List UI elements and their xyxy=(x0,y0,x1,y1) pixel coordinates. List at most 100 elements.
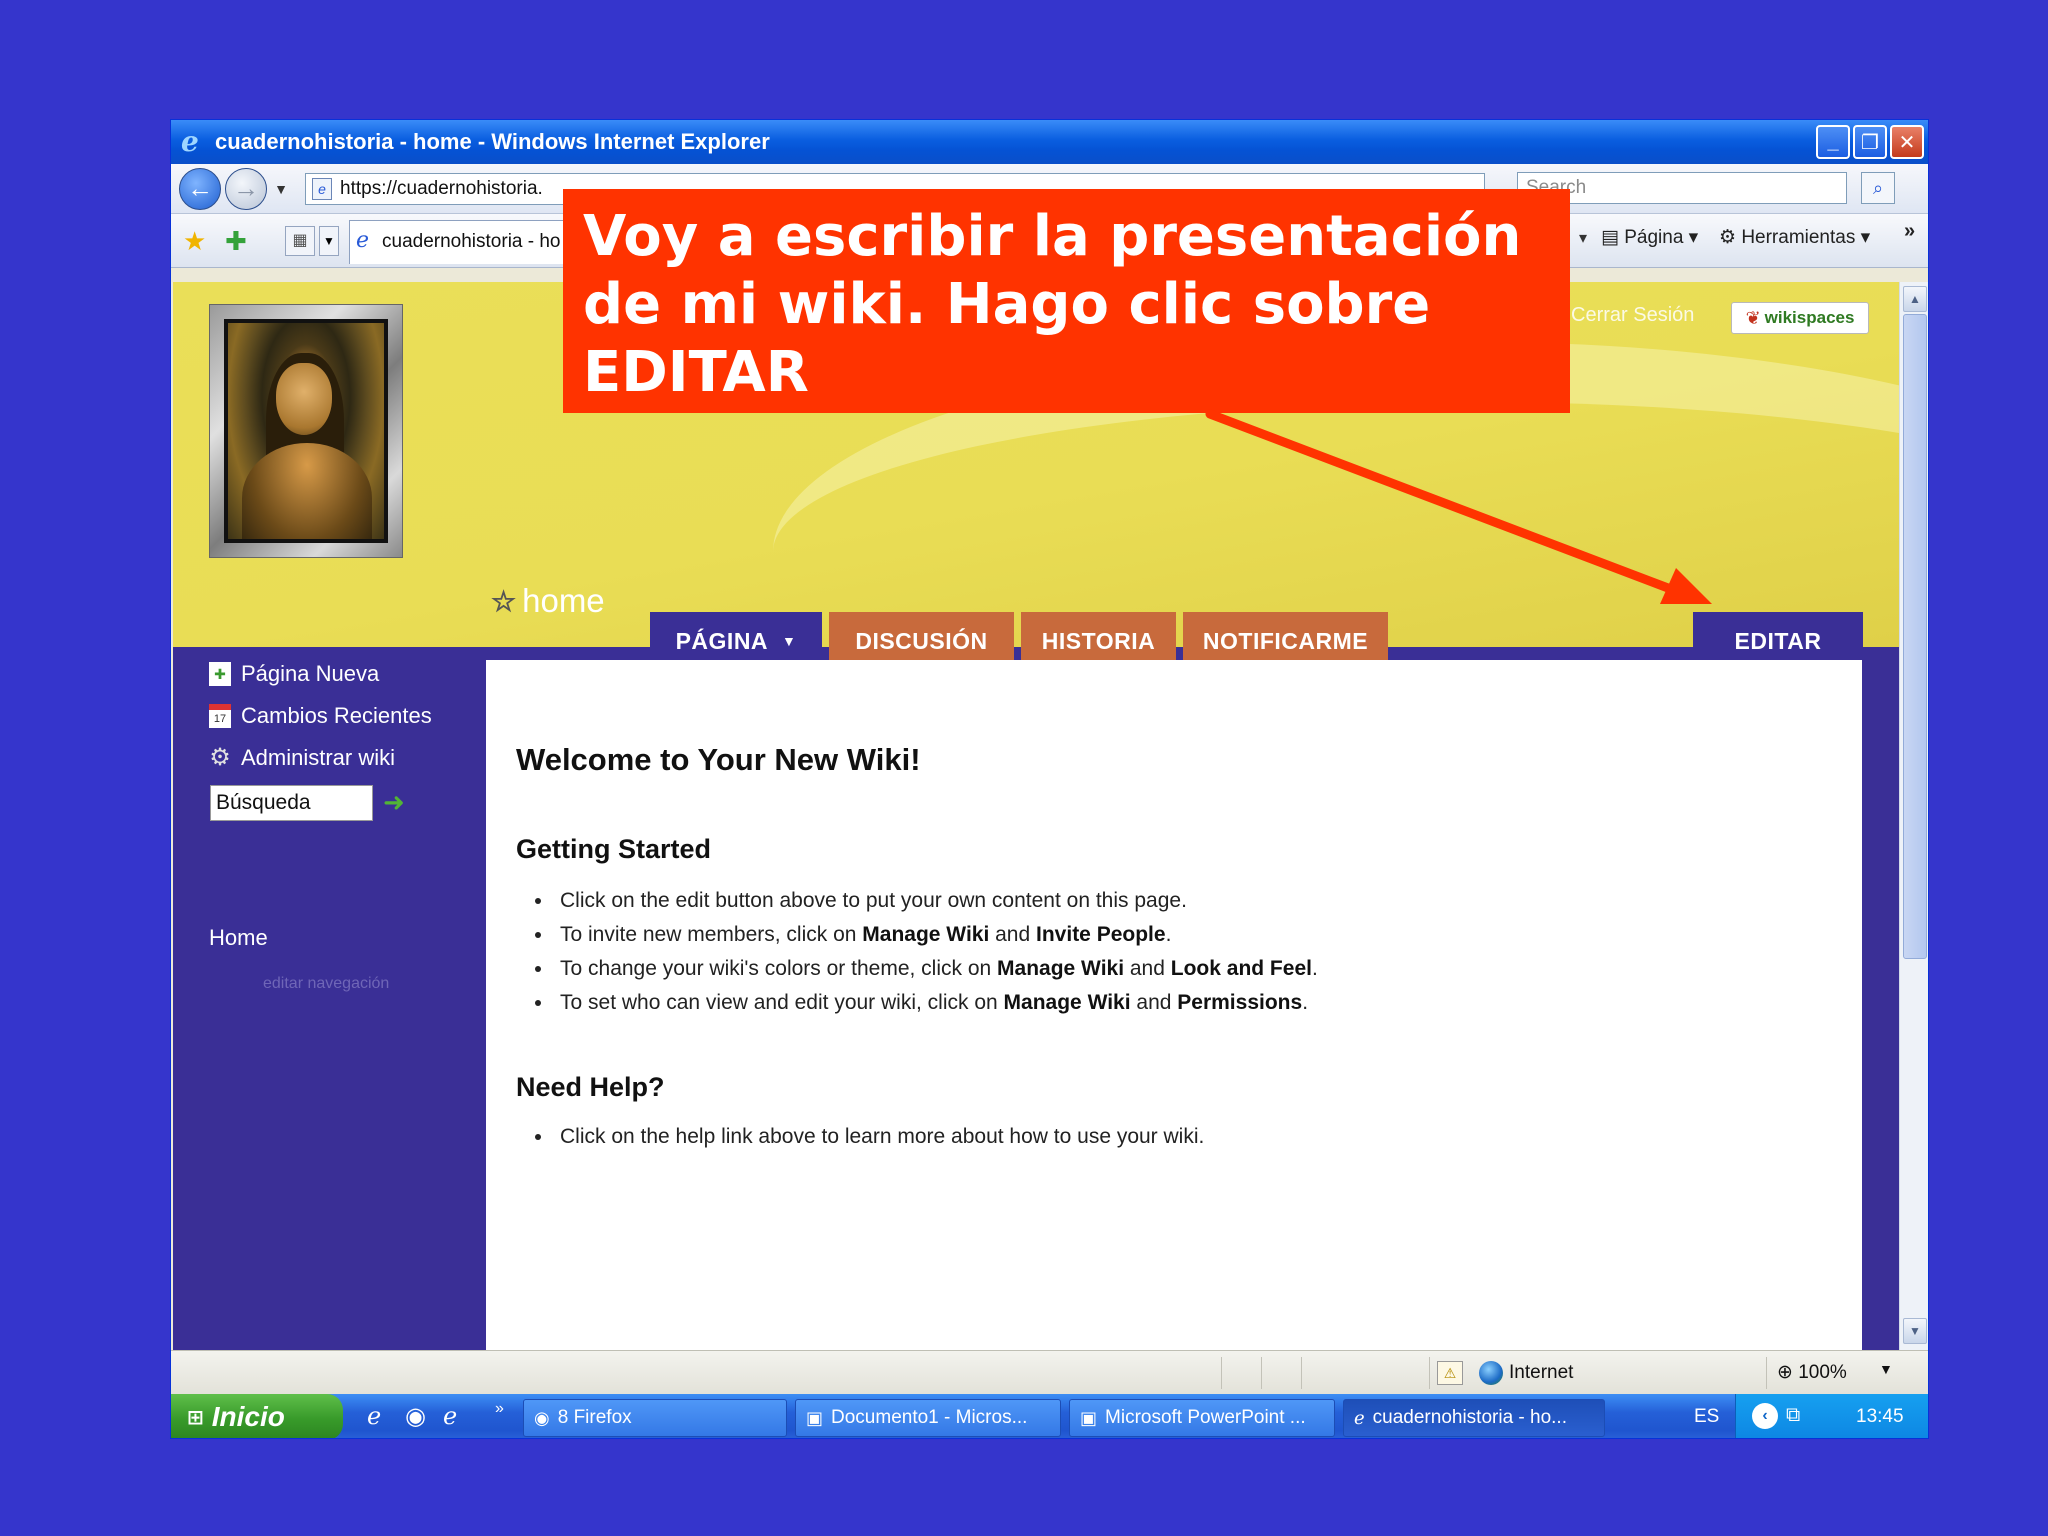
internet-explorer-icon: e xyxy=(356,228,370,253)
page-icon: e xyxy=(312,177,332,200)
task-label: 8 Firefox xyxy=(557,1407,632,1428)
start-label: Inicio xyxy=(211,1401,285,1432)
language-indicator[interactable]: ES xyxy=(1694,1406,1719,1428)
taskbar-item-ie[interactable]: ℯ cuadernohistoria - ho... xyxy=(1343,1399,1605,1437)
list-item: To change your wiki's colors or theme, c… xyxy=(554,952,1318,986)
list-item: Click on the edit button above to put yo… xyxy=(554,884,1318,918)
powerpoint-icon: ▣ xyxy=(1080,1407,1098,1428)
wiki-search-input[interactable] xyxy=(210,785,373,821)
scroll-thumb[interactable] xyxy=(1903,314,1927,959)
quick-tabs-icon[interactable]: ▦ xyxy=(285,226,315,256)
logout-link[interactable]: Cerrar Sesión xyxy=(1571,304,1694,327)
search-go-arrow-icon[interactable]: ➜ xyxy=(383,787,405,818)
sidebar-item-cambios-recientes[interactable]: 17 Cambios Recientes xyxy=(209,703,432,729)
network-icon[interactable]: ⧉ xyxy=(1786,1404,1800,1427)
getting-started-list: Click on the edit button above to put yo… xyxy=(554,884,1318,1020)
restore-button[interactable]: ❐ xyxy=(1853,125,1887,159)
globe-icon xyxy=(1479,1361,1503,1385)
annotation-callout: Voy a escribir la presentación de mi wik… xyxy=(563,189,1570,413)
system-tray: ES ‹ ⧉ 13:45 xyxy=(1694,1394,1928,1438)
caret-down-icon: ▼ xyxy=(782,633,797,649)
star-icon[interactable]: ☆ xyxy=(490,585,516,618)
windows-flag-icon: ⊞ xyxy=(187,1406,204,1429)
need-help-heading: Need Help? xyxy=(516,1072,665,1102)
firefox-icon: ◉ xyxy=(534,1407,550,1428)
search-icon[interactable]: ⌕ xyxy=(1861,172,1895,204)
tab-title: cuadernohistoria - ho xyxy=(382,231,561,252)
tab-list-dropdown-icon[interactable]: ▼ xyxy=(319,226,339,256)
sidebar-item-label: Administrar wiki xyxy=(241,745,396,770)
wiki-content: Welcome to Your New Wiki! Getting Starte… xyxy=(486,660,1862,1350)
vertical-scrollbar[interactable]: ▲ ▼ xyxy=(1899,282,1928,1350)
sidebar-item-label: Página Nueva xyxy=(241,661,380,686)
history-dropdown-icon[interactable]: ▼ xyxy=(271,181,291,197)
sidebar-home-link[interactable]: Home xyxy=(209,925,268,951)
taskbar-item-powerpoint[interactable]: ▣ Microsoft PowerPoint ... xyxy=(1069,1399,1335,1437)
url-text: https://cuadernohistoria. xyxy=(340,177,543,199)
status-bar: ⚠ Internet ⊕ 100% ▼ xyxy=(171,1350,1928,1394)
edit-navigation-link[interactable]: editar navegación xyxy=(263,975,389,993)
window-titlebar: e cuadernohistoria - home - Windows Inte… xyxy=(171,120,1928,164)
tray-expand-icon[interactable]: ‹ xyxy=(1752,1403,1778,1429)
forward-button[interactable]: → xyxy=(225,167,267,210)
page-menu[interactable]: ▤ Página ▾ xyxy=(1601,226,1698,249)
new-page-icon: ✚ xyxy=(209,662,231,686)
page-title: ☆ home xyxy=(490,582,605,620)
wikispaces-label: wikispaces xyxy=(1764,308,1855,327)
tools-menu-label: Herramientas xyxy=(1741,227,1856,248)
start-button[interactable]: ⊞ Inicio xyxy=(171,1394,343,1438)
task-label: Microsoft PowerPoint ... xyxy=(1105,1407,1306,1428)
sidebar: ✚ Página Nueva 17 Cambios Recientes ⚙ Ad… xyxy=(173,647,486,1350)
need-help-list: Click on the help link above to learn mo… xyxy=(554,1120,1204,1154)
scroll-down-icon[interactable]: ▼ xyxy=(1903,1318,1927,1344)
internet-explorer-icon: e xyxy=(181,125,199,158)
taskbar-item-word[interactable]: ▣ Documento1 - Micros... xyxy=(795,1399,1061,1437)
close-button[interactable]: ✕ xyxy=(1890,125,1924,159)
add-favorite-icon[interactable]: ✚ xyxy=(225,226,247,257)
window-controls: _ ❐ ✕ xyxy=(1816,125,1924,159)
sidebar-item-administrar-wiki[interactable]: ⚙ Administrar wiki xyxy=(209,745,395,771)
page-menu-label: Página xyxy=(1624,227,1684,248)
clock: 13:45 xyxy=(1856,1406,1904,1427)
plant-icon: ❦ xyxy=(1745,307,1761,328)
tab-pagina-label: PÁGINA xyxy=(675,627,769,654)
gear-icon: ⚙ xyxy=(209,744,231,771)
tools-menu[interactable]: ⚙ Herramientas ▾ xyxy=(1719,226,1870,249)
security-zone-label: Internet xyxy=(1509,1362,1574,1383)
window-title: cuadernohistoria - home - Windows Intern… xyxy=(215,129,770,154)
chevron-down-icon[interactable]: ▾ xyxy=(1579,228,1587,248)
taskbar: ⊞ Inicio ℯ ◉ ℯ » ◉ 8 Firefox ▣ Documento… xyxy=(171,1394,1928,1438)
scroll-up-icon[interactable]: ▲ xyxy=(1903,286,1927,312)
zoom-dropdown-icon[interactable]: ▼ xyxy=(1879,1361,1893,1377)
wikispaces-badge[interactable]: ❦ wikispaces xyxy=(1731,302,1869,334)
firefox-quicklaunch-icon[interactable]: ◉ xyxy=(405,1402,426,1431)
more-commands-icon[interactable]: » xyxy=(1904,220,1915,243)
zoom-level[interactable]: ⊕ 100% xyxy=(1777,1361,1847,1384)
calendar-icon: 17 xyxy=(209,704,231,728)
tab-active[interactable]: e cuadernohistoria - ho xyxy=(349,220,589,264)
ie-alt-quicklaunch-icon[interactable]: ℯ xyxy=(443,1402,457,1431)
protected-mode-icon: ⚠ xyxy=(1437,1361,1463,1385)
zoom-label: 100% xyxy=(1798,1362,1847,1383)
minimize-button[interactable]: _ xyxy=(1816,125,1850,159)
page-title-text: home xyxy=(522,582,605,619)
task-label: cuadernohistoria - ho... xyxy=(1372,1407,1567,1428)
content-title: Welcome to Your New Wiki! xyxy=(516,742,921,777)
quicklaunch-more-icon[interactable]: » xyxy=(495,1400,504,1418)
sidebar-item-pagina-nueva[interactable]: ✚ Página Nueva xyxy=(209,661,379,687)
list-item: To invite new members, click on Manage W… xyxy=(554,918,1318,952)
back-button[interactable]: ← xyxy=(179,167,221,210)
favorites-star-icon[interactable]: ★ xyxy=(183,226,206,257)
security-zone: Internet xyxy=(1479,1361,1573,1385)
list-item: Click on the help link above to learn mo… xyxy=(554,1120,1204,1154)
ie-quicklaunch-icon[interactable]: ℯ xyxy=(367,1402,381,1431)
wiki-logo[interactable] xyxy=(209,304,403,558)
mona-lisa-image xyxy=(224,319,388,543)
sidebar-item-label: Cambios Recientes xyxy=(241,703,432,728)
word-icon: ▣ xyxy=(806,1407,824,1428)
page-viewport: Cerrar Sesión ❦ wikispaces ☆ home PÁGINA… xyxy=(173,282,1899,1350)
getting-started-heading: Getting Started xyxy=(516,834,712,864)
internet-explorer-icon: ℯ xyxy=(1354,1407,1365,1428)
list-item: To set who can view and edit your wiki, … xyxy=(554,986,1318,1020)
taskbar-item-firefox[interactable]: ◉ 8 Firefox xyxy=(523,1399,787,1437)
